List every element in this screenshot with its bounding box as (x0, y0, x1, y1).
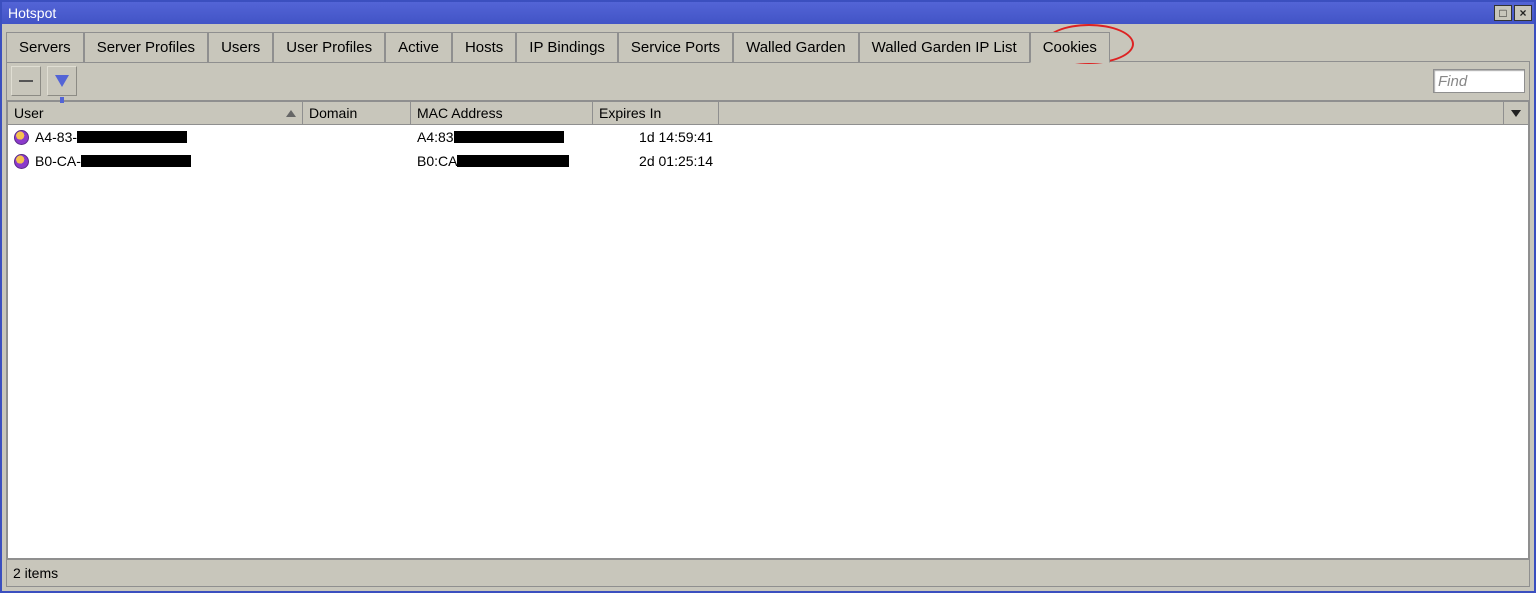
col-spacer (719, 102, 1504, 124)
col-domain[interactable]: Domain (303, 102, 411, 124)
user-icon (14, 154, 29, 169)
cell-user: B0-CA- (8, 151, 303, 171)
funnel-icon (55, 75, 69, 87)
table-row[interactable]: A4-83- A4:83 1d 14:59:41 (8, 125, 1528, 149)
tab-user-profiles[interactable]: User Profiles (273, 32, 385, 63)
cell-user-prefix: A4-83- (35, 129, 77, 145)
col-expires[interactable]: Expires In (593, 102, 719, 124)
tab-ip-bindings[interactable]: IP Bindings (516, 32, 618, 63)
grid-body[interactable]: A4-83- A4:83 1d 14:59:41 B0-CA- (8, 125, 1528, 558)
cell-user-prefix: B0-CA- (35, 153, 81, 169)
chevron-down-icon (1511, 110, 1521, 117)
col-menu[interactable] (1504, 102, 1528, 124)
tab-users[interactable]: Users (208, 32, 273, 63)
tab-cookies[interactable]: Cookies (1030, 32, 1110, 63)
window-title: Hotspot (8, 5, 56, 21)
tab-walled-garden-ip-list[interactable]: Walled Garden IP List (859, 32, 1030, 63)
filter-button[interactable] (47, 66, 77, 96)
close-button[interactable]: × (1514, 5, 1532, 21)
status-text: 2 items (13, 565, 58, 581)
tab-server-profiles[interactable]: Server Profiles (84, 32, 208, 63)
tab-service-ports[interactable]: Service Ports (618, 32, 733, 63)
tab-servers[interactable]: Servers (6, 32, 84, 63)
cell-mac: A4:83 (411, 127, 593, 147)
grid-header: User Domain MAC Address Expires In (8, 102, 1528, 125)
cell-mac: B0:CA (411, 151, 593, 171)
client-area: Servers Server Profiles Users User Profi… (2, 24, 1534, 591)
cell-domain (303, 159, 411, 163)
tab-active[interactable]: Active (385, 32, 452, 63)
cell-mac-prefix: A4:83 (417, 129, 454, 145)
cell-expires: 1d 14:59:41 (593, 127, 719, 147)
user-icon (14, 130, 29, 145)
minimize-button[interactable]: □ (1494, 5, 1512, 21)
remove-button[interactable] (11, 66, 41, 96)
minus-icon (19, 80, 33, 82)
tabs: Servers Server Profiles Users User Profi… (6, 28, 1530, 62)
col-mac[interactable]: MAC Address (411, 102, 593, 124)
window-controls: □ × (1494, 5, 1532, 21)
redacted (457, 155, 569, 167)
find-input[interactable]: Find (1433, 69, 1525, 93)
cell-expires: 2d 01:25:14 (593, 151, 719, 171)
sort-asc-icon (286, 110, 296, 117)
titlebar[interactable]: Hotspot □ × (2, 2, 1534, 24)
cell-user: A4-83- (8, 127, 303, 147)
cell-spacer (719, 159, 1528, 163)
toolbar: Find (6, 62, 1530, 101)
redacted (454, 131, 564, 143)
table-container: User Domain MAC Address Expires In A4-83… (6, 101, 1530, 560)
hotspot-window: Hotspot □ × Servers Server Profiles User… (0, 0, 1536, 593)
statusbar: 2 items (6, 560, 1530, 587)
redacted (81, 155, 191, 167)
table-row[interactable]: B0-CA- B0:CA 2d 01:25:14 (8, 149, 1528, 173)
col-user-label: User (14, 105, 44, 121)
cell-mac-prefix: B0:CA (417, 153, 457, 169)
cell-spacer (719, 135, 1528, 139)
col-user[interactable]: User (8, 102, 303, 124)
tab-walled-garden[interactable]: Walled Garden (733, 32, 859, 63)
cell-domain (303, 135, 411, 139)
cookies-grid: User Domain MAC Address Expires In A4-83… (7, 101, 1529, 559)
redacted (77, 131, 187, 143)
tab-hosts[interactable]: Hosts (452, 32, 516, 63)
